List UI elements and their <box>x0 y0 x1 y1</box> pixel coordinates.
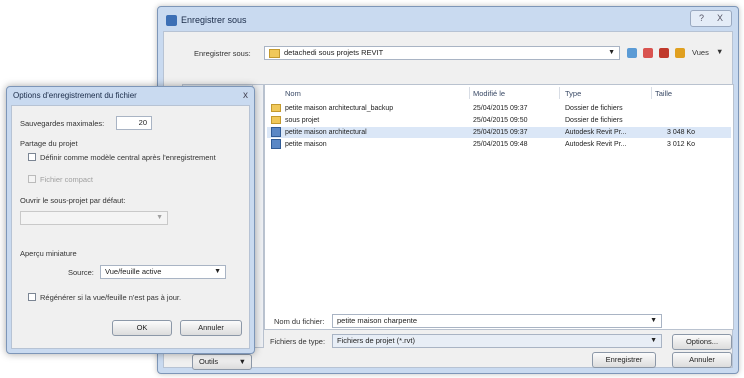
open-worksets-dropdown[interactable]: ▼ <box>20 211 168 225</box>
column-header-size[interactable]: Taille <box>655 89 672 98</box>
cancel-button[interactable]: Annuler <box>672 352 732 368</box>
ok-button[interactable]: OK <box>112 320 172 336</box>
up-folder-icon[interactable] <box>643 48 653 58</box>
file-name: petite maison <box>285 141 327 148</box>
column-divider <box>559 87 560 99</box>
revit-file-icon <box>271 139 281 149</box>
chevron-down-icon: ▼ <box>650 317 657 324</box>
save-in-dropdown[interactable]: detachedi sous projets REVIT ▼ <box>264 46 620 60</box>
max-backups-label: Sauvegardes maximales: <box>20 119 105 128</box>
folder-icon <box>271 104 281 112</box>
chevron-down-icon: ▼ <box>608 49 615 56</box>
folder-icon <box>271 116 281 124</box>
column-header-type[interactable]: Type <box>565 89 581 98</box>
file-name: petite maison architectural_backup <box>285 105 394 112</box>
column-divider <box>469 87 470 99</box>
file-row[interactable]: petite maison 25/04/2015 09:48 Autodesk … <box>267 139 731 150</box>
revit-file-icon <box>271 127 281 137</box>
save-dialog-title: Enregistrer sous <box>166 11 247 29</box>
make-central-checkbox[interactable] <box>28 153 36 161</box>
source-value: Vue/feuille active <box>105 267 162 276</box>
thumbnail-label: Aperçu miniature <box>20 249 77 258</box>
compact-checkbox[interactable] <box>28 175 36 183</box>
file-modified: 25/04/2015 09:37 <box>473 105 528 112</box>
file-name: sous projet <box>285 117 320 124</box>
revit-app-icon <box>166 15 177 27</box>
compact-label: Fichier compact <box>40 175 93 184</box>
filetype-dropdown[interactable]: Fichiers de projet (*.rvt) ▼ <box>332 334 662 348</box>
source-dropdown[interactable]: Vue/feuille active ▼ <box>100 265 226 279</box>
worksharing-label: Partage du projet <box>20 139 78 148</box>
chevron-down-icon: ▼ <box>716 47 724 56</box>
chevron-down-icon: ▼ <box>156 214 163 221</box>
save-dialog-title-text: Enregistrer sous <box>181 15 247 25</box>
folder-icon <box>269 48 280 58</box>
save-in-value: detachedi sous projets REVIT <box>284 48 384 57</box>
regenerate-checkbox[interactable] <box>28 293 36 301</box>
file-type: Dossier de fichiers <box>565 117 623 124</box>
filename-input[interactable]: petite maison charpente ▼ <box>332 314 662 328</box>
save-in-label: Enregistrer sous: <box>194 49 251 58</box>
title-buttons: ? X <box>690 10 732 27</box>
open-worksets-label: Ouvrir le sous-projet par défaut: <box>20 196 126 205</box>
file-modified: 25/04/2015 09:50 <box>473 117 528 124</box>
close-icon[interactable]: x <box>243 90 248 101</box>
close-button[interactable]: X <box>717 11 723 26</box>
column-header-name[interactable]: Nom <box>285 89 301 98</box>
filename-label: Nom du fichier: <box>274 317 325 326</box>
column-header-modified[interactable]: Modifié le <box>473 89 505 98</box>
chevron-down-icon: ▼ <box>238 357 246 366</box>
save-button[interactable]: Enregistrer <box>592 352 656 368</box>
file-row[interactable]: petite maison architectural_backup 25/04… <box>267 103 731 114</box>
chevron-down-icon: ▼ <box>650 337 657 344</box>
tools-label: Outils <box>199 357 219 366</box>
file-row[interactable]: sous projet 25/04/2015 09:50 Dossier de … <box>267 115 731 126</box>
file-size: 3 048 Ko <box>667 129 696 136</box>
file-type: Dossier de fichiers <box>565 105 623 112</box>
make-central-label: Définir comme modèle central après l'enr… <box>40 153 216 162</box>
source-label: Source: <box>68 268 94 277</box>
file-type: Autodesk Revit Pr... <box>565 129 627 136</box>
file-modified: 25/04/2015 09:48 <box>473 141 528 148</box>
regenerate-label: Régénérer si la vue/feuille n'est pas à … <box>40 293 182 302</box>
filetype-label: Fichiers de type: <box>270 337 326 346</box>
help-button[interactable]: ? <box>699 11 704 26</box>
filename-value: petite maison charpente <box>337 316 418 325</box>
max-backups-input[interactable]: 20 <box>116 116 152 130</box>
options-dialog-title: Options d'enregistrement du fichier <box>13 91 137 100</box>
save-options-dialog: Options d'enregistrement du fichier x Sa… <box>6 86 255 354</box>
file-name: petite maison architectural <box>285 129 367 136</box>
cancel-button[interactable]: Annuler <box>180 320 242 336</box>
file-row-selected[interactable]: petite maison architectural 25/04/2015 0… <box>267 127 731 138</box>
back-icon[interactable] <box>627 48 637 58</box>
file-type: Autodesk Revit Pr... <box>565 141 627 148</box>
filetype-value: Fichiers de projet (*.rvt) <box>337 336 415 345</box>
column-divider <box>651 87 652 99</box>
new-folder-icon[interactable] <box>675 48 685 58</box>
file-modified: 25/04/2015 09:37 <box>473 129 528 136</box>
file-size: 3 012 Ko <box>667 141 696 148</box>
options-dialog-body: Sauvegardes maximales: 20 Partage du pro… <box>11 105 250 349</box>
options-button[interactable]: Options... <box>672 334 732 350</box>
delete-icon[interactable] <box>659 48 669 58</box>
views-menu[interactable]: Vues <box>692 48 709 57</box>
chevron-down-icon: ▼ <box>214 268 221 275</box>
file-list: Nom Modifié le Type Taille petite maison… <box>264 84 734 330</box>
tools-button[interactable]: Outils ▼ <box>192 354 252 370</box>
